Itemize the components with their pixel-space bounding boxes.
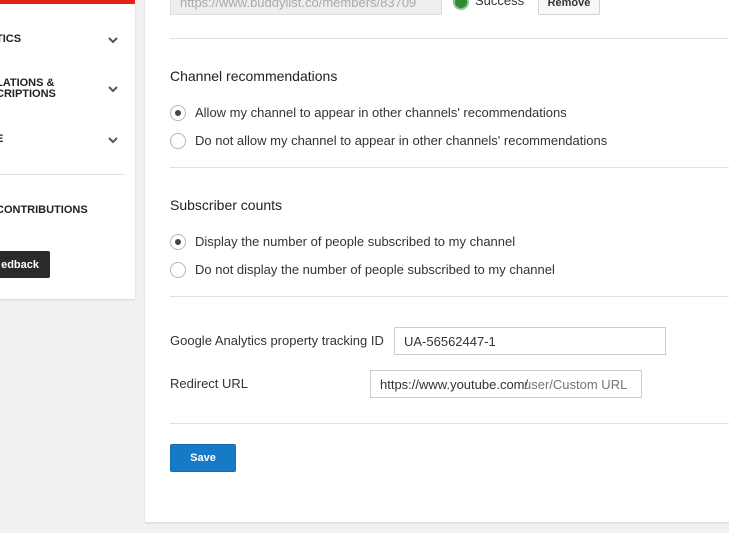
analytics-tracking-id-label: Google Analytics property tracking ID	[170, 333, 384, 348]
success-icon	[453, 0, 469, 10]
sidebar-item-label: criptions	[0, 88, 56, 100]
redirect-url-label: Redirect URL	[170, 376, 249, 391]
section-divider	[170, 167, 729, 168]
redirect-url-field[interactable]: https://www.youtube.com/	[370, 370, 642, 398]
radio-button[interactable]	[170, 234, 186, 250]
radio-label: Allow my channel to appear in other chan…	[195, 105, 567, 120]
analytics-tracking-id-field[interactable]	[394, 327, 666, 355]
sidebar-active-indicator	[0, 0, 135, 4]
sidebar: tics lations & criptions e contributions…	[0, 0, 135, 299]
sidebar-item-label: e	[0, 134, 3, 145]
redirect-url-prefix: https://www.youtube.com/	[380, 377, 529, 392]
radio-label: Display the number of people subscribed …	[195, 234, 516, 249]
associated-website-url: https://www.buddylist.co/members/83709	[170, 0, 442, 15]
remove-button[interactable]: Remove	[538, 0, 600, 15]
chevron-down-icon[interactable]	[107, 34, 119, 46]
sidebar-item-label: tics	[0, 33, 22, 45]
section-divider	[170, 38, 729, 39]
radio-label: Do not display the number of people subs…	[195, 262, 555, 277]
radio-label: Do not allow my channel to appear in oth…	[195, 133, 608, 148]
sidebar-item-contributions[interactable]: contributions	[0, 204, 88, 216]
redirect-url-input[interactable]	[524, 374, 636, 394]
chevron-down-icon[interactable]	[107, 83, 119, 95]
chevron-down-icon[interactable]	[107, 134, 119, 146]
save-button[interactable]: Save	[170, 444, 236, 472]
sidebar-divider	[0, 174, 125, 175]
section-divider	[170, 423, 729, 424]
send-feedback-button[interactable]: edback	[0, 251, 50, 278]
section-title-channel-recommendations: Channel recommendations	[170, 68, 338, 84]
radio-button[interactable]	[170, 105, 186, 121]
radio-button[interactable]	[170, 133, 186, 149]
settings-panel: https://www.buddylist.co/members/83709 S…	[145, 0, 729, 522]
status-text: Success	[475, 0, 525, 8]
radio-button[interactable]	[170, 262, 186, 278]
section-divider	[170, 296, 729, 297]
section-title-subscriber-counts: Subscriber counts	[170, 197, 283, 213]
